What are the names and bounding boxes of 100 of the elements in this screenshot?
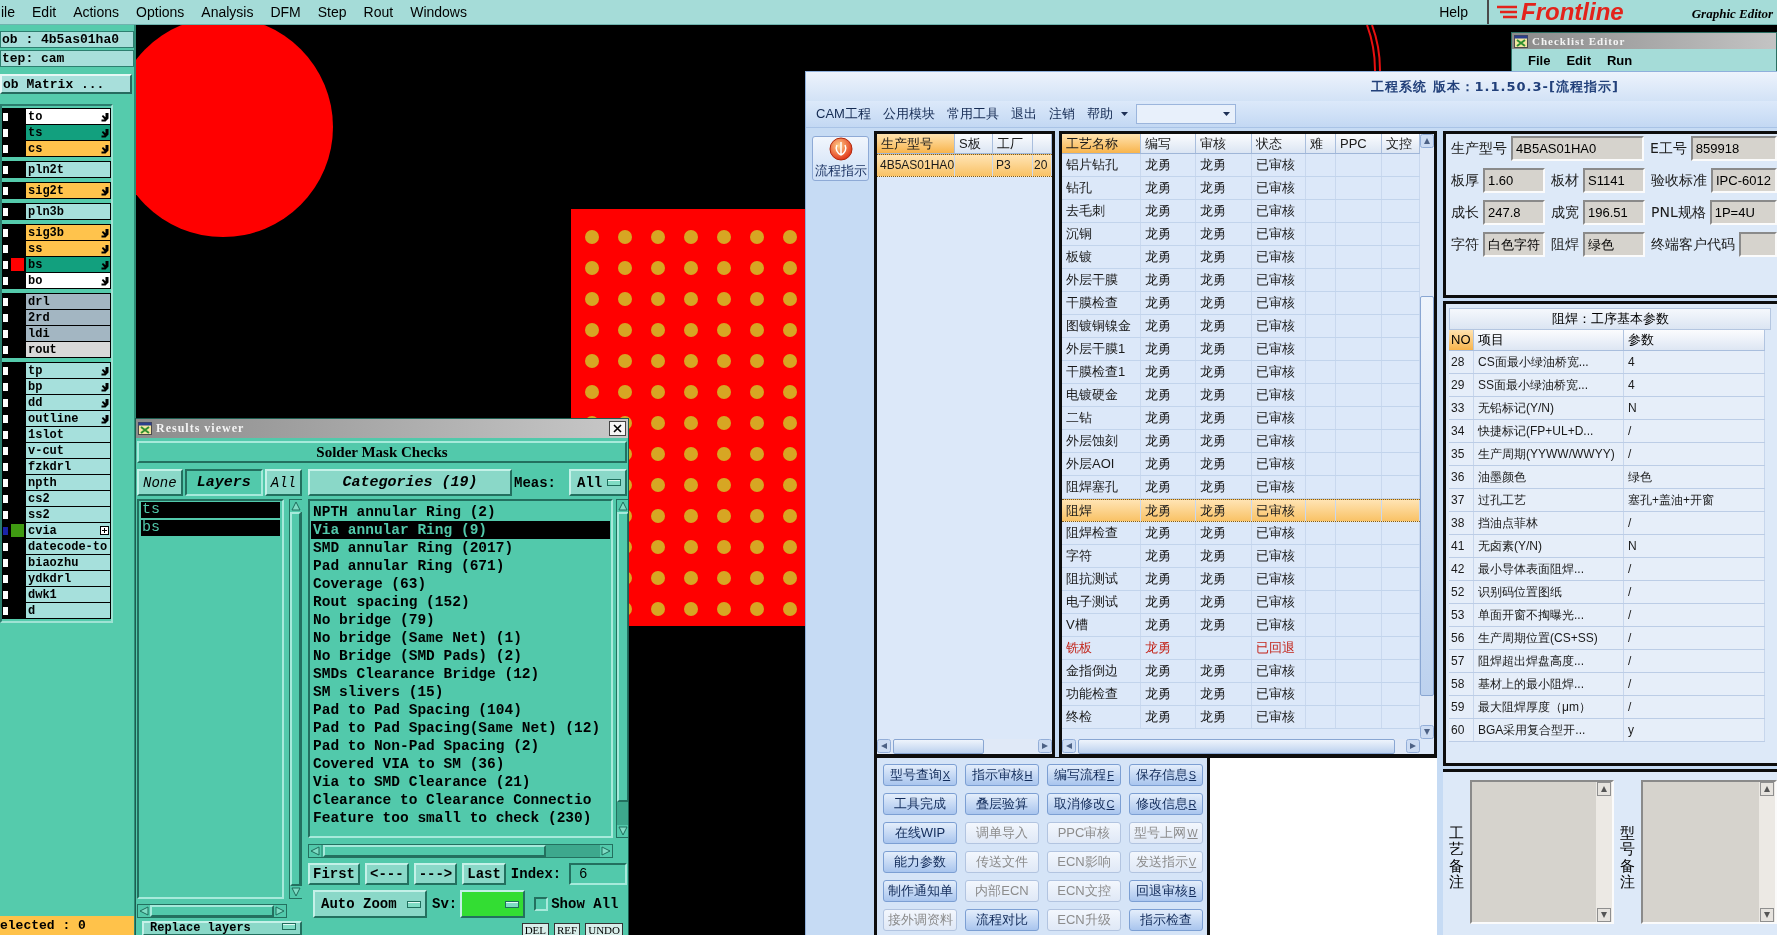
filter-button[interactable]: None (137, 469, 183, 496)
layer-item[interactable]: ts (26, 125, 110, 140)
layer-item[interactable]: to (26, 109, 110, 124)
categories-button[interactable]: Categories (19) (308, 469, 512, 496)
menu-item[interactable]: Actions (73, 3, 120, 21)
layer-item[interactable]: cvia (26, 523, 110, 538)
menu-item[interactable]: ile (1, 3, 15, 21)
index-field[interactable]: 6 (569, 863, 627, 885)
layer-checkbox[interactable] (2, 185, 9, 196)
category-list[interactable] (308, 499, 613, 838)
filter-button[interactable]: All (264, 469, 302, 496)
menu-item[interactable]: Analysis (201, 3, 254, 21)
list-item[interactable]: Via annular Ring (9) (311, 521, 610, 539)
matrix-button[interactable]: ob Matrix ... (0, 74, 132, 94)
column-header[interactable]: 状态 (1252, 134, 1306, 153)
layer-checkbox[interactable] (2, 344, 9, 355)
menu-item[interactable]: Edit (1566, 53, 1591, 68)
menu-item[interactable]: Edit (32, 3, 57, 21)
column-header[interactable]: 参数 (1624, 330, 1765, 350)
close-button[interactable] (609, 421, 626, 436)
action-button[interactable]: 取消修改C (1047, 793, 1121, 815)
nav-button[interactable]: <--- (365, 863, 409, 885)
layer-item[interactable]: 1slot (26, 427, 110, 442)
replace-layers-dropdown[interactable]: Replace layers (142, 921, 302, 935)
scrollbar[interactable] (1759, 782, 1775, 922)
caret-down-icon[interactable] (1120, 112, 1128, 116)
text-field[interactable]: 1.60 (1483, 168, 1545, 193)
table-row[interactable]: 外层干膜 龙勇 龙勇 已审核 (1062, 269, 1420, 292)
menu-item[interactable]: Windows (410, 3, 467, 21)
menu-item[interactable]: Step (317, 3, 347, 21)
right-arrow-icon[interactable] (274, 905, 286, 917)
layer-item[interactable]: outline (26, 411, 110, 426)
column-header[interactable]: PPC (1336, 134, 1382, 153)
list-item[interactable]: Pad to Pad Spacing (104) (311, 701, 610, 719)
column-header[interactable]: S板 (955, 134, 993, 153)
layer-item[interactable]: 2rd (26, 310, 110, 325)
layer-checkbox[interactable] (2, 111, 9, 122)
layer-item[interactable]: ldi (26, 326, 110, 341)
table-row[interactable]: 二钻 龙勇 龙勇 已审核 (1062, 407, 1420, 430)
list-item[interactable]: ts (141, 502, 280, 518)
column-header[interactable]: 审核 (1196, 134, 1252, 153)
table-row[interactable]: 外层蚀刻 龙勇 龙勇 已审核 (1062, 430, 1420, 453)
checkbox[interactable] (534, 897, 549, 911)
layer-item[interactable]: rout (26, 342, 110, 357)
layer-item[interactable]: biaozhu (26, 555, 110, 570)
menu-item[interactable]: File (1528, 53, 1551, 68)
list-item[interactable]: Pad to Pad Spacing(Same Net) (12) (311, 719, 610, 737)
layer-checkbox[interactable] (2, 541, 9, 552)
menu-item[interactable]: 公用模块 (876, 105, 941, 123)
layer-checkbox[interactable] (2, 461, 9, 472)
action-button[interactable]: 修改信息R (1129, 793, 1203, 815)
text-field[interactable]: 859918 (1690, 136, 1777, 161)
action-button[interactable]: REF (554, 923, 581, 935)
left-arrow-icon[interactable] (138, 905, 150, 917)
list-item[interactable]: No Bridge (SMD Pads) (2) (311, 647, 610, 665)
layer-item[interactable]: drl (26, 294, 110, 309)
action-button[interactable]: 工具完成 (883, 793, 957, 815)
scrollbar-thumb[interactable] (1420, 296, 1434, 696)
layer-item[interactable]: dd (26, 395, 110, 410)
menu-item[interactable]: Help (1439, 3, 1468, 21)
text-field[interactable]: 196.51 (1583, 200, 1645, 225)
layer-item[interactable]: d (26, 603, 110, 618)
text-field[interactable]: S1141 (1583, 168, 1645, 193)
action-button[interactable]: 流程对比 (965, 909, 1039, 931)
layer-checkbox[interactable] (2, 143, 9, 154)
table-row[interactable]: 阻焊塞孔 龙勇 龙勇 已审核 (1062, 476, 1420, 499)
layer-item[interactable]: ss2 (26, 507, 110, 522)
layer-list[interactable]: ts bs (137, 499, 284, 899)
up-arrow-icon[interactable] (289, 500, 302, 512)
action-button[interactable]: 编写流程F (1047, 764, 1121, 786)
nav-button[interactable]: Last (462, 863, 506, 885)
menu-item[interactable]: 帮助 (1080, 105, 1119, 123)
layer-item[interactable]: cs (26, 141, 110, 156)
layer-checkbox[interactable] (2, 445, 9, 456)
layer-item[interactable]: pln3b (26, 204, 110, 219)
list-item[interactable]: bs (141, 520, 280, 536)
list-item[interactable]: Covered VIA to SM (36) (311, 755, 610, 773)
table-row[interactable]: 阻抗测试 龙勇 龙勇 已审核 (1062, 568, 1420, 591)
text-field[interactable]: 247.8 (1483, 200, 1545, 225)
table-row[interactable]: 铝片钻孔 龙勇 龙勇 已审核 (1062, 154, 1420, 177)
layer-checkbox[interactable] (2, 365, 9, 376)
table-row[interactable]: 外层AOI 龙勇 龙勇 已审核 (1062, 453, 1420, 476)
layer-checkbox[interactable] (2, 477, 9, 488)
zoom-mode-dropdown[interactable]: Auto Zoom (313, 890, 427, 918)
layer-item[interactable]: npth (26, 475, 110, 490)
list-item[interactable]: No bridge (Same Net) (1) (311, 629, 610, 647)
scrollbar[interactable] (1596, 782, 1612, 922)
layer-checkbox[interactable] (2, 312, 9, 323)
layer-item[interactable]: pln2t (26, 162, 110, 177)
scrollbar[interactable] (308, 844, 613, 858)
up-arrow-icon[interactable] (617, 500, 628, 512)
menu-item[interactable]: 注销 (1042, 105, 1081, 123)
layer-item[interactable]: tp (26, 363, 110, 378)
scrollbar[interactable] (1420, 134, 1434, 739)
layer-checkbox[interactable] (2, 509, 9, 520)
layer-checkbox[interactable] (2, 275, 9, 286)
action-button[interactable]: 保存信息S (1129, 764, 1203, 786)
action-button[interactable]: 制作通知单 (883, 880, 957, 902)
table-row[interactable]: 4B5AS01HA0 P3 20 (877, 154, 1052, 177)
layer-item[interactable]: dwk1 (26, 587, 110, 602)
